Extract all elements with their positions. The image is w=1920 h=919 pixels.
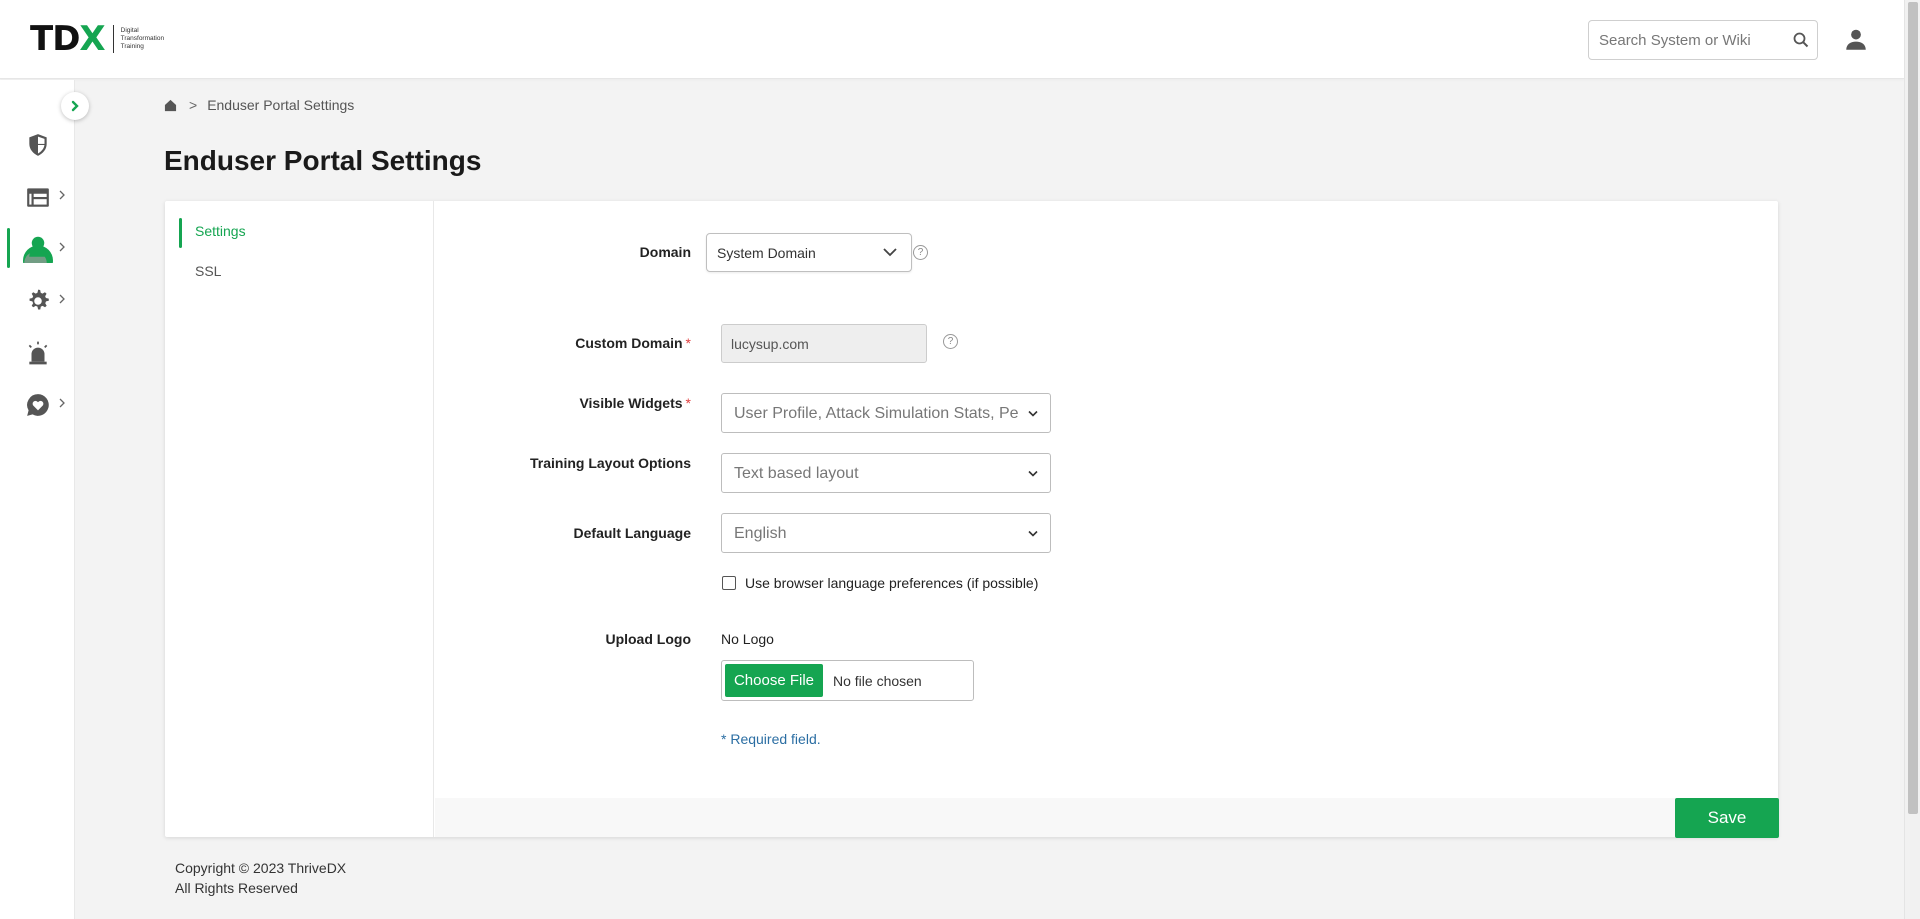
search-input[interactable] xyxy=(1599,29,1779,51)
tdx-logo[interactable]: TDX Digital Transformation Training xyxy=(30,22,164,56)
default-language-select[interactable]: English xyxy=(721,513,1051,553)
current-logo-status: No Logo xyxy=(721,631,774,647)
gear-icon xyxy=(29,289,49,310)
chevron-right-icon xyxy=(59,190,65,200)
tab-ssl[interactable]: SSL xyxy=(195,263,221,279)
tab-settings[interactable]: Settings xyxy=(195,223,246,239)
search-icon[interactable] xyxy=(1793,32,1809,48)
breadcrumb-current: Enduser Portal Settings xyxy=(207,97,355,113)
heart-chat-icon xyxy=(27,394,49,416)
sidebar-expand-button[interactable] xyxy=(61,92,89,120)
custom-domain-label: Custom Domain * xyxy=(575,335,691,351)
page-title: Enduser Portal Settings xyxy=(164,145,482,176)
chevron-down-icon xyxy=(883,248,897,257)
sidebar-item-support[interactable] xyxy=(0,382,75,426)
training-layout-label: Training Layout Options xyxy=(530,455,691,471)
breadcrumb-separator: > xyxy=(189,97,198,113)
logo-tagline: Digital Transformation Training xyxy=(120,27,165,50)
active-tab-indicator xyxy=(179,218,182,248)
required-field-note: * Required field. xyxy=(721,731,821,747)
save-button[interactable]: Save xyxy=(1675,798,1779,838)
layout-icon xyxy=(27,188,49,207)
sidebar xyxy=(0,80,75,919)
domain-select-value: System Domain xyxy=(717,245,816,261)
sidebar-item-settings[interactable] xyxy=(0,278,75,322)
breadcrumb: > Enduser Portal Settings xyxy=(164,97,354,113)
logo-file-input[interactable]: Choose File No file chosen xyxy=(721,660,974,701)
training-layout-value: Text based layout xyxy=(734,465,859,482)
chevron-right-icon xyxy=(59,242,65,252)
browser-language-label: Use browser language preferences (if pos… xyxy=(745,575,1039,591)
visible-widgets-select[interactable]: User Profile, Attack Simulation Stats, P… xyxy=(721,393,1051,433)
chevron-down-icon xyxy=(1028,410,1038,417)
domain-select[interactable]: System Domain xyxy=(706,233,912,272)
visible-widgets-value: User Profile, Attack Simulation Stats, P… xyxy=(734,405,1019,422)
logo-divider xyxy=(112,25,114,53)
alarm-icon xyxy=(28,341,48,365)
logo-mark: TDX xyxy=(30,19,106,59)
browser-language-option[interactable]: Use browser language preferences (if pos… xyxy=(722,575,1038,591)
sidebar-item-dashboard[interactable] xyxy=(0,174,75,218)
visible-widgets-label: Visible Widgets * xyxy=(579,395,691,411)
custom-domain-input[interactable] xyxy=(721,324,927,363)
default-language-value: English xyxy=(734,525,787,542)
choose-file-button[interactable]: Choose File xyxy=(725,664,823,697)
home-icon[interactable] xyxy=(164,99,177,112)
vertical-scrollbar[interactable] xyxy=(1904,0,1920,919)
training-layout-select[interactable]: Text based layout xyxy=(721,453,1051,493)
browser-language-checkbox[interactable] xyxy=(722,576,736,590)
settings-tab-nav: Settings SSL xyxy=(165,201,434,837)
chevron-down-icon xyxy=(1028,470,1038,477)
user-account-icon[interactable] xyxy=(1843,27,1869,53)
upload-logo-label: Upload Logo xyxy=(605,631,691,647)
form-footer-bar xyxy=(435,798,1778,837)
custom-domain-help-icon[interactable]: ? xyxy=(943,334,958,349)
top-bar: TDX Digital Transformation Training xyxy=(0,0,1904,79)
file-status: No file chosen xyxy=(833,673,922,689)
default-language-label: Default Language xyxy=(573,525,691,541)
chevron-right-icon xyxy=(59,398,65,408)
chevron-down-icon xyxy=(1028,530,1038,537)
sidebar-item-alerts[interactable] xyxy=(0,330,75,374)
chevron-right-icon xyxy=(59,294,65,304)
domain-help-icon[interactable]: ? xyxy=(913,245,928,260)
scrollbar-thumb[interactable] xyxy=(1908,2,1918,814)
search-box[interactable] xyxy=(1588,20,1818,60)
domain-label: Domain xyxy=(639,244,691,260)
sidebar-item-users[interactable] xyxy=(0,226,75,270)
chevron-right-icon xyxy=(71,100,79,112)
user-icon xyxy=(23,236,53,263)
footer-copyright: Copyright © 2023 ThriveDX All Rights Res… xyxy=(175,860,347,896)
shield-icon xyxy=(29,134,47,156)
sidebar-item-security[interactable] xyxy=(0,122,75,166)
